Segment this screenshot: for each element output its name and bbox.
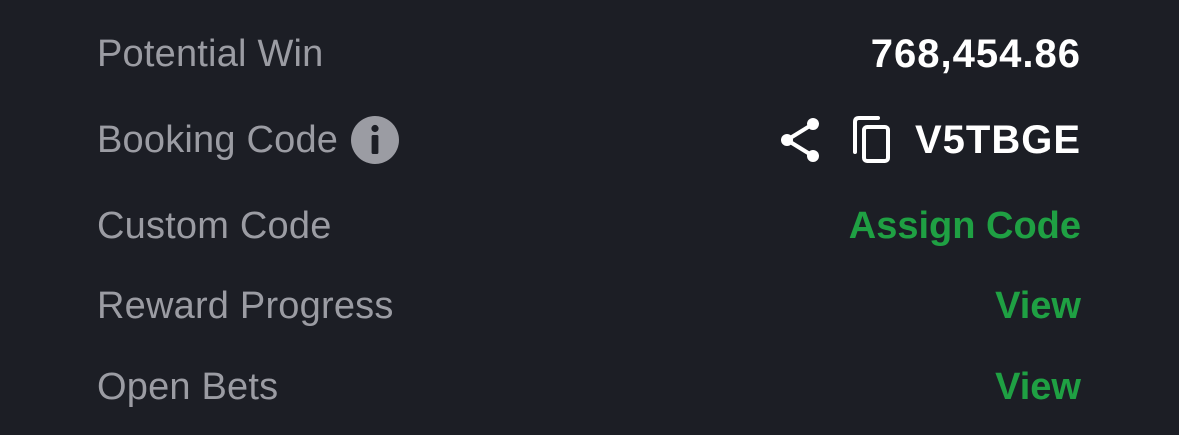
booking-code-row: Booking Code V5TBGE (97, 110, 1081, 170)
booking-code-actions: V5TBGE (779, 116, 1081, 164)
share-icon[interactable] (779, 117, 821, 163)
reward-progress-view-link[interactable]: View (995, 285, 1081, 328)
open-bets-label: Open Bets (97, 365, 279, 408)
booking-code-value[interactable]: V5TBGE (915, 118, 1081, 163)
info-icon[interactable] (351, 116, 400, 164)
potential-win-label: Potential Win (97, 32, 324, 75)
booking-code-label: Booking Code (97, 118, 339, 161)
reward-progress-label: Reward Progress (97, 284, 394, 327)
potential-win-row: Potential Win 768,454.86 (97, 24, 1081, 84)
reward-progress-row: Reward Progress View (97, 276, 1081, 336)
custom-code-row: Custom Code Assign Code (97, 196, 1081, 256)
custom-code-label: Custom Code (97, 204, 332, 247)
booking-code-label-group: Booking Code (97, 116, 400, 164)
assign-code-link[interactable]: Assign Code (849, 205, 1081, 248)
open-bets-view-link[interactable]: View (995, 366, 1081, 409)
potential-win-value: 768,454.86 (870, 31, 1081, 76)
copy-icon[interactable] (851, 116, 891, 164)
open-bets-row: Open Bets View (97, 357, 1081, 417)
bet-summary-panel: Potential Win 768,454.86 Booking Code V5… (0, 0, 1179, 435)
